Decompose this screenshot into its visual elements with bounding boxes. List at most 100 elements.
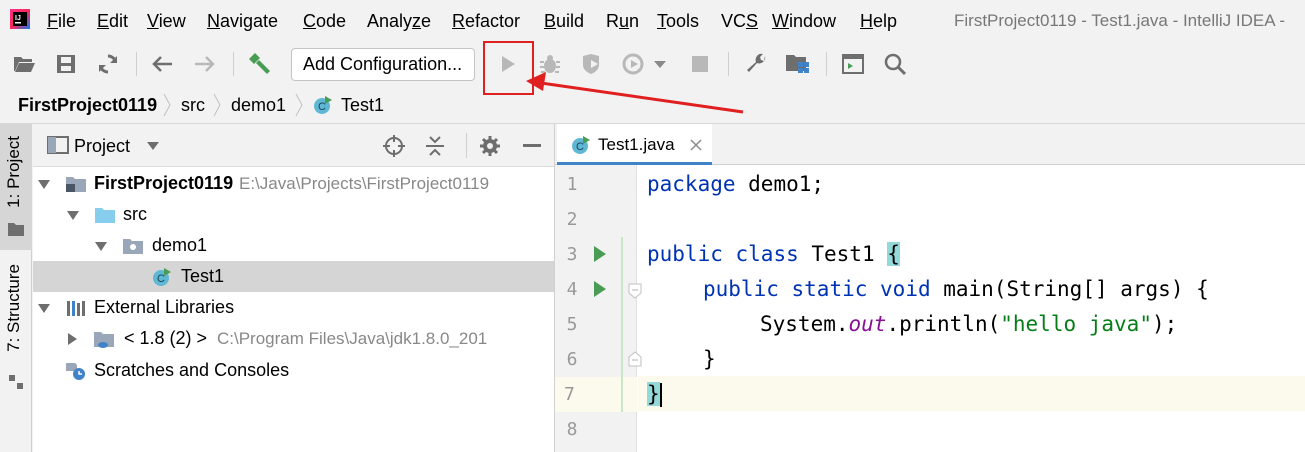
- menu-item-text: avigate: [220, 11, 279, 31]
- menu-item-mnemonic: z: [412, 11, 422, 31]
- tree-item-test1[interactable]: C Test1: [33, 261, 554, 292]
- locate-target-icon[interactable]: [382, 134, 406, 158]
- menu-item-text: dit: [109, 11, 129, 31]
- menu-item-vcs[interactable]: VCS: [721, 11, 758, 31]
- code-line-6[interactable]: }: [703, 342, 716, 377]
- breadcrumb-src[interactable]: src: [181, 95, 205, 115]
- code-token: }: [703, 347, 716, 371]
- code-token: System.: [760, 312, 849, 336]
- close-icon[interactable]: [690, 139, 702, 151]
- profile-icon[interactable]: [621, 50, 649, 78]
- tree-item-label: src: [123, 204, 147, 224]
- menu-item-edit[interactable]: Edit: [97, 11, 128, 31]
- line-number: 8: [566, 419, 578, 440]
- header-separator: [466, 133, 467, 158]
- menu-item-help[interactable]: Help: [860, 11, 897, 31]
- menu-item-build[interactable]: Build: [544, 11, 584, 31]
- tree-item-label: Test1: [181, 266, 225, 286]
- menu-item-refactor[interactable]: Refactor: [452, 11, 520, 31]
- tab-test1-java[interactable]: C Test1.java: [557, 124, 712, 165]
- tab-label: Test1.java: [598, 135, 675, 154]
- menu-item-mnemonic: u: [619, 11, 630, 31]
- expand-arrow-icon[interactable]: [95, 240, 107, 252]
- code-token: public: [703, 277, 779, 301]
- breadcrumb-demo1[interactable]: demo1: [231, 95, 286, 115]
- menu-item-tools[interactable]: Tools: [657, 11, 699, 31]
- tree-item-src[interactable]: src: [33, 199, 554, 230]
- menu-item-mnemonic: R: [452, 11, 465, 31]
- code-line-4[interactable]: public static void main(String[] args) {: [703, 272, 1209, 307]
- line-number: 2: [566, 209, 578, 230]
- build-hammer-icon[interactable]: [245, 50, 273, 78]
- line-number: 6: [566, 349, 578, 370]
- menu-item-mnemonic: T: [657, 11, 666, 31]
- terminal-icon[interactable]: [839, 50, 867, 78]
- open-folder-icon[interactable]: [10, 50, 38, 78]
- expand-arrow-icon[interactable]: [38, 178, 50, 190]
- code-line-5[interactable]: System.out.println("hello java");: [760, 307, 1177, 342]
- toolbar-separator: [233, 52, 234, 76]
- folder-icon: [8, 222, 24, 236]
- debug-icon[interactable]: [536, 50, 564, 78]
- package-icon: [123, 239, 143, 254]
- breadcrumb-test1[interactable]: Test1: [341, 95, 384, 115]
- menu-item-run[interactable]: Run: [606, 11, 639, 31]
- coverage-icon[interactable]: [578, 50, 606, 78]
- project-panel-title[interactable]: Project: [74, 136, 130, 156]
- menu-item-navigate[interactable]: Navigate: [207, 11, 278, 31]
- fold-end-icon[interactable]: [628, 351, 642, 367]
- minimize-icon[interactable]: [523, 144, 541, 147]
- run-gutter-icon[interactable]: [593, 280, 607, 298]
- menu-item-view[interactable]: View: [147, 11, 186, 31]
- code-line-7[interactable]: }: [647, 377, 662, 412]
- expand-arrow-icon[interactable]: [67, 209, 79, 221]
- menu-item-code[interactable]: Code: [303, 11, 346, 31]
- tree-item-external-libraries[interactable]: External Libraries: [33, 292, 554, 323]
- line-number: 3: [566, 244, 578, 265]
- tree-item-project-root[interactable]: FirstProject0119 E:\Java\Projects\FirstP…: [33, 168, 554, 199]
- breadcrumb-project[interactable]: FirstProject0119: [18, 95, 157, 115]
- tree-item-jdk[interactable]: < 1.8 (2) > C:\Program Files\Java\jdk1.8…: [33, 323, 554, 354]
- add-configuration-button[interactable]: Add Configuration...: [291, 48, 475, 81]
- tree-item-path: E:\Java\Projects\FirstProject0119: [239, 174, 490, 193]
- run-icon[interactable]: [494, 50, 522, 78]
- tree-item-demo1[interactable]: demo1: [33, 230, 554, 261]
- gear-icon[interactable]: [478, 134, 502, 158]
- menu-item-mnemonic: F: [47, 11, 58, 31]
- toolbar-separator: [728, 52, 729, 76]
- chevron-down-icon[interactable]: [146, 141, 160, 151]
- code-line-3[interactable]: public class Test1 {: [647, 237, 900, 272]
- line-number: 4: [566, 279, 578, 300]
- run-gutter-icon[interactable]: [593, 245, 607, 263]
- collapse-all-icon[interactable]: [424, 134, 446, 158]
- settings-wrench-icon[interactable]: [742, 50, 770, 78]
- side-tab-project-label: 1: Project: [4, 136, 23, 208]
- menu-item-text: indow: [789, 11, 837, 31]
- side-tab-project[interactable]: 1: Project: [0, 124, 32, 250]
- forward-arrow-icon[interactable]: [191, 50, 219, 78]
- menu-item-file[interactable]: File: [47, 11, 76, 31]
- project-structure-icon[interactable]: [784, 50, 812, 78]
- save-icon[interactable]: [52, 50, 80, 78]
- search-icon[interactable]: [881, 50, 909, 78]
- scratches-icon: [66, 363, 85, 380]
- text-cursor: [659, 383, 662, 407]
- sync-icon[interactable]: [94, 50, 122, 78]
- code-token: }: [647, 382, 660, 406]
- menu-item-text: VC: [721, 11, 747, 31]
- dropdown-icon[interactable]: [650, 50, 670, 78]
- expand-arrow-icon[interactable]: [38, 302, 50, 314]
- side-tab-structure[interactable]: 7: Structure: [4, 264, 24, 352]
- code-line-1[interactable]: package demo1;: [647, 167, 824, 202]
- menu-item-mnemonic: S: [746, 11, 759, 31]
- menu-item-mnemonic: H: [860, 11, 873, 31]
- toolbar-separator: [826, 52, 827, 76]
- collapsed-arrow-icon[interactable]: [66, 333, 78, 345]
- tree-item-scratches[interactable]: Scratches and Consoles: [33, 355, 554, 386]
- menu-item-analyze[interactable]: Analyze: [367, 11, 431, 31]
- back-arrow-icon[interactable]: [148, 50, 176, 78]
- fold-icon[interactable]: [628, 283, 642, 299]
- menu-item-text: elp: [873, 11, 898, 31]
- stop-icon[interactable]: [686, 50, 714, 78]
- menu-item-window[interactable]: Window: [772, 11, 836, 31]
